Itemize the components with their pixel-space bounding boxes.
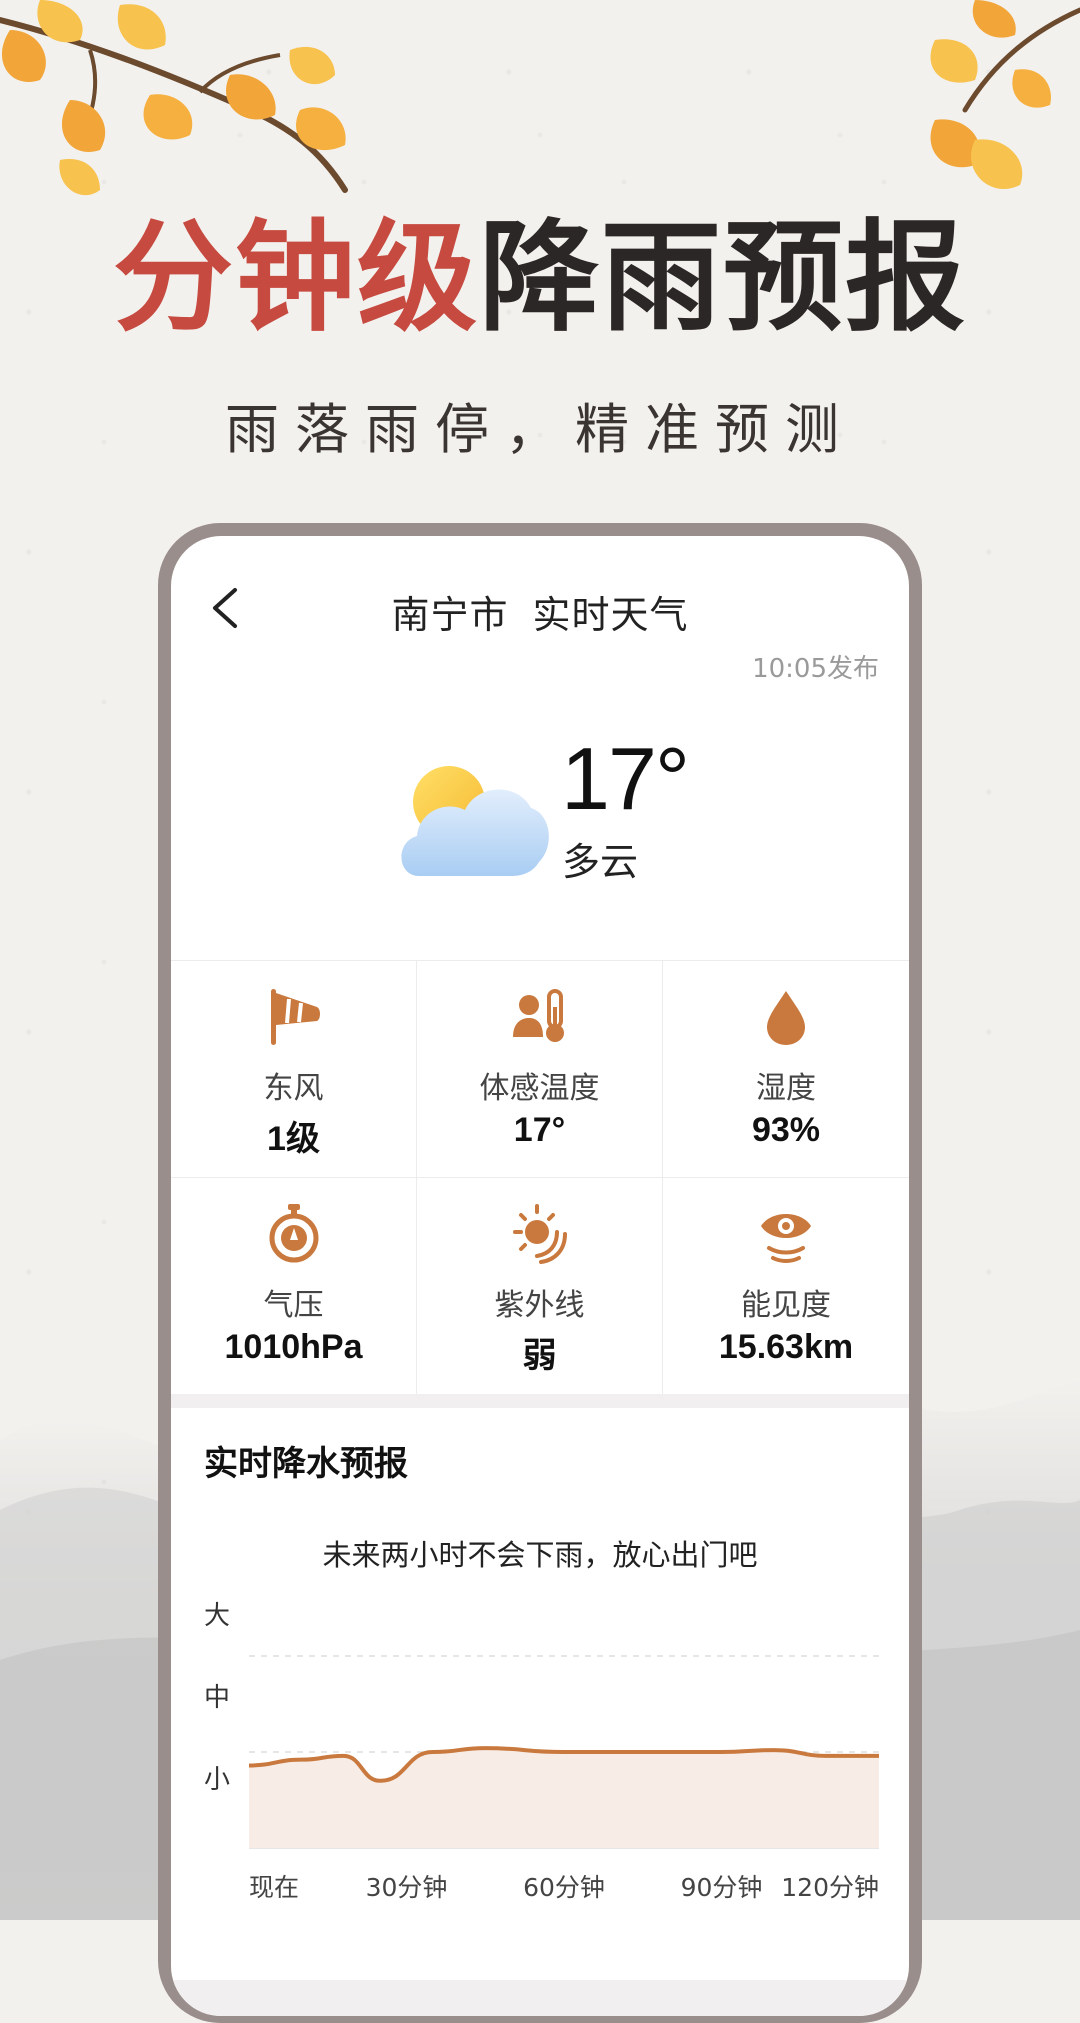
- sun-rays-icon: [512, 1204, 567, 1264]
- detail-pressure: 气压 1010hPa: [171, 1178, 417, 1395]
- detail-label: 体感温度: [479, 1071, 600, 1106]
- chart-y-label: 小: [204, 1765, 230, 1795]
- detail-value: 15.63km: [718, 1328, 854, 1366]
- phone-frame: 南宁市 实时天气 10:05发布 17° 多云 东风 1级 体感温度 17° 湿…: [158, 523, 922, 2023]
- bottom-divider: [171, 1980, 909, 2016]
- eye-icon: [761, 1214, 811, 1263]
- page-title-text: 实时天气: [532, 593, 689, 637]
- current-temperature: 17°: [561, 729, 690, 828]
- chart-x-label: 现在: [249, 1873, 299, 1902]
- ginkgo-branch-illustration: [0, 0, 348, 196]
- detail-humidity: 湿度 93%: [663, 961, 909, 1178]
- partly-cloudy-icon: [401, 766, 549, 876]
- detail-label: 能见度: [741, 1288, 831, 1323]
- person-thermometer-icon: [512, 989, 564, 1042]
- detail-value: 17°: [513, 1111, 566, 1149]
- detail-uv: 紫外线 弱: [417, 1178, 663, 1395]
- chart-x-label: 60分钟: [523, 1873, 605, 1902]
- headline-main: 降雨预报: [479, 207, 967, 348]
- precip-chart: 大中小现在 30分钟 60分钟 90分钟 120分钟: [204, 1601, 879, 1902]
- nav-bar: 南宁市 实时天气: [171, 536, 909, 646]
- detail-value: 93%: [751, 1111, 821, 1149]
- headline-highlight: 分钟级: [113, 207, 479, 348]
- chart-x-label: 90分钟: [681, 1873, 763, 1902]
- precip-section-title: 实时降水预报: [204, 1444, 408, 1484]
- detail-feels-like: 体感温度 17°: [417, 961, 663, 1178]
- chart-y-label: 大: [204, 1601, 230, 1631]
- chart-x-label: 120分钟: [781, 1873, 879, 1902]
- current-condition: 多云: [562, 840, 639, 884]
- publish-time: 10:05发布: [752, 654, 879, 684]
- stopwatch-icon: [269, 1204, 318, 1263]
- detail-label: 湿度: [756, 1071, 816, 1106]
- phone-screen: 南宁市 实时天气 10:05发布 17° 多云 东风 1级 体感温度 17° 湿…: [171, 536, 909, 2016]
- detail-label: 东风: [263, 1071, 324, 1106]
- chart-x-label: 30分钟: [366, 1873, 448, 1902]
- droplet-icon: [767, 991, 805, 1045]
- detail-value: 1级: [267, 1120, 320, 1158]
- chart-y-label: 中: [204, 1683, 230, 1713]
- promo-headline: 分钟级降雨预报: [0, 208, 1080, 348]
- precip-note: 未来两小时不会下雨，放心出门吧: [322, 1538, 758, 1572]
- detail-label: 气压: [263, 1288, 324, 1323]
- chart-area: [249, 1748, 879, 1848]
- promo-subline: 雨落雨停，精准预测: [225, 398, 855, 461]
- city-name: 南宁市: [391, 593, 509, 637]
- page-title: 南宁市 实时天气: [171, 584, 909, 639]
- detail-value: 1010hPa: [224, 1328, 363, 1366]
- weather-details-grid: 东风 1级 体感温度 17° 湿度 93% 气压 1010hPa 紫外线 弱 能…: [171, 960, 909, 1395]
- detail-label: 紫外线: [494, 1288, 585, 1323]
- detail-value: 弱: [522, 1337, 557, 1375]
- windsock-icon: [270, 989, 320, 1045]
- ginkgo-branch-illustration: [930, 0, 1080, 189]
- detail-visibility: 能见度 15.63km: [663, 1178, 909, 1395]
- section-divider: [171, 1394, 909, 1408]
- detail-wind: 东风 1级: [171, 961, 417, 1178]
